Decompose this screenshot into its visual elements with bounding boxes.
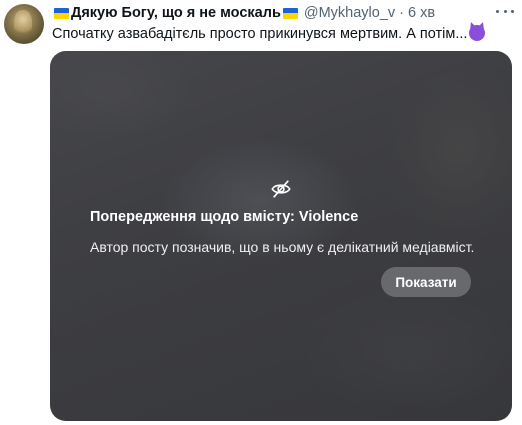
display-name: Дякую Богу, що я не москаль xyxy=(71,5,281,21)
tweet-header: Дякую Богу, що я не москаль @Mykhaylo_v … xyxy=(52,3,516,23)
display-name-link[interactable]: Дякую Богу, що я не москаль xyxy=(52,5,300,21)
tweet-text: Спочатку азвабадітєль просто прикинувся … xyxy=(52,24,516,44)
media-blur-overlay xyxy=(50,51,512,421)
content-warning-description: Автор посту позначив, що в ньому є делік… xyxy=(90,239,475,255)
more-options-icon[interactable] xyxy=(496,4,514,18)
ukraine-flag-icon xyxy=(282,7,298,19)
sensitive-media-container[interactable]: Попередження щодо вмісту: Violence Автор… xyxy=(50,51,512,421)
separator-dot: · xyxy=(399,5,404,21)
tweet[interactable]: Дякую Богу, що я не москаль @Mykhaylo_v … xyxy=(0,0,522,425)
show-media-button[interactable]: Показати xyxy=(381,267,471,297)
smiling-devil-icon xyxy=(469,25,486,41)
timestamp[interactable]: 6 хв xyxy=(408,5,435,21)
ukraine-flag-icon xyxy=(54,7,69,19)
eye-slash-icon xyxy=(271,180,291,198)
avatar[interactable] xyxy=(4,4,44,44)
tweet-text-content: Спочатку азвабадітєль просто прикинувся … xyxy=(52,26,468,42)
user-handle[interactable]: @Mykhaylo_v xyxy=(304,5,395,21)
content-warning-title: Попередження щодо вмісту: Violence xyxy=(90,209,359,225)
